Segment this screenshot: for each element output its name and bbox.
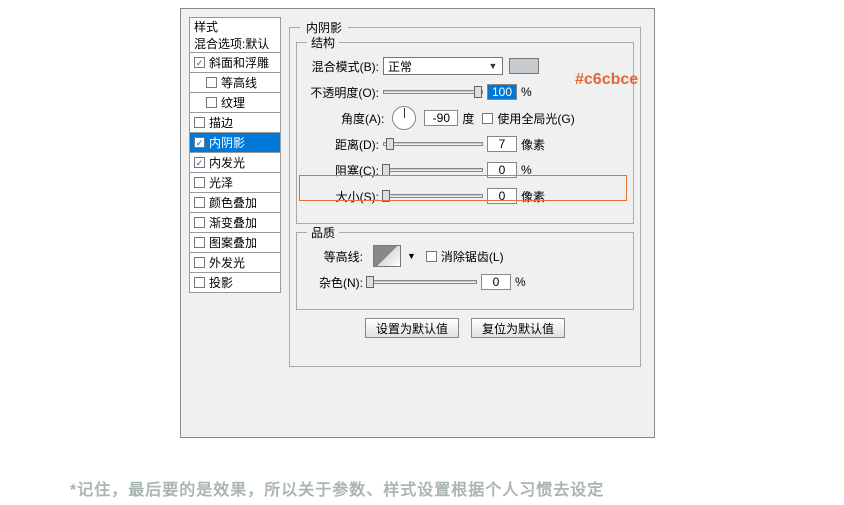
chevron-down-icon: ▼ [486, 61, 500, 71]
hex-annotation: #c6cbce [575, 71, 638, 89]
sidebar-item-label: 图案叠加 [209, 233, 257, 253]
sidebar-item-纹理[interactable]: 纹理 [189, 93, 281, 113]
style-checkbox[interactable] [194, 277, 205, 288]
style-checkbox[interactable] [194, 57, 205, 68]
angle-dial[interactable] [392, 106, 416, 130]
structure-title: 结构 [307, 34, 339, 51]
structure-group: 结构 混合模式(B): 正常 ▼ 不透明度(O): 100 % 角度(A): -… [296, 42, 634, 224]
sidebar-item-投影[interactable]: 投影 [189, 273, 281, 293]
sidebar-item-外发光[interactable]: 外发光 [189, 253, 281, 273]
noise-input[interactable]: 0 [481, 274, 511, 290]
angle-input[interactable]: -90 [424, 110, 458, 126]
opacity-slider[interactable] [383, 90, 483, 94]
style-checkbox[interactable] [194, 257, 205, 268]
sidebar-item-label: 纹理 [221, 93, 245, 113]
sidebar-item-label: 投影 [209, 273, 233, 293]
quality-group: 品质 等高线: ▼ 消除锯齿(L) 杂色(N): 0 % [296, 232, 634, 310]
contour-picker[interactable] [373, 245, 401, 267]
sidebar-item-label: 渐变叠加 [209, 213, 257, 233]
opacity-label: 不透明度(O): [307, 84, 383, 101]
distance-input[interactable]: 7 [487, 136, 517, 152]
style-checkbox[interactable] [206, 77, 217, 88]
choke-label: 阻塞(C): [307, 162, 383, 179]
distance-slider[interactable] [383, 142, 483, 146]
quality-title: 品质 [307, 224, 339, 241]
global-light-label: 使用全局光(G) [497, 110, 574, 127]
style-checkbox[interactable] [194, 117, 205, 128]
style-checkbox[interactable] [194, 197, 205, 208]
anti-alias-checkbox[interactable] [426, 251, 437, 262]
sidebar-item-描边[interactable]: 描边 [189, 113, 281, 133]
choke-unit: % [521, 163, 551, 177]
sidebar-header-styles[interactable]: 样式 [189, 17, 281, 35]
size-slider[interactable] [383, 194, 483, 198]
chevron-down-icon[interactable]: ▼ [407, 251, 416, 261]
sidebar-item-label: 光泽 [209, 173, 233, 193]
sidebar-item-label: 等高线 [221, 73, 257, 93]
sidebar-item-等高线[interactable]: 等高线 [189, 73, 281, 93]
blend-mode-label: 混合模式(B): [307, 58, 383, 75]
angle-unit: 度 [462, 110, 474, 127]
footnote: *记住，最后要的是效果，所以关于参数、样式设置根据个人习惯去设定 [70, 476, 604, 500]
sidebar-item-渐变叠加[interactable]: 渐变叠加 [189, 213, 281, 233]
size-label: 大小(S): [307, 188, 383, 205]
style-checkbox[interactable] [194, 217, 205, 228]
style-checkbox[interactable] [194, 137, 205, 148]
anti-alias-label: 消除锯齿(L) [441, 248, 504, 265]
color-swatch[interactable] [509, 58, 539, 74]
sidebar-item-光泽[interactable]: 光泽 [189, 173, 281, 193]
blend-mode-dropdown[interactable]: 正常 ▼ [383, 57, 503, 75]
sidebar-item-label: 内发光 [209, 153, 245, 173]
style-checkbox[interactable] [194, 157, 205, 168]
sidebar-item-label: 外发光 [209, 253, 245, 273]
sidebar-item-label: 内阴影 [209, 133, 245, 153]
sidebar-item-颜色叠加[interactable]: 颜色叠加 [189, 193, 281, 213]
distance-unit: 像素 [521, 136, 551, 153]
choke-slider[interactable] [383, 168, 483, 172]
sidebar-item-label: 描边 [209, 113, 233, 133]
sidebar-item-label: 斜面和浮雕 [209, 53, 269, 73]
set-default-button[interactable]: 设置为默认值 [365, 318, 459, 338]
distance-label: 距离(D): [307, 136, 383, 153]
angle-label: 角度(A): [341, 110, 384, 127]
size-unit: 像素 [521, 188, 551, 205]
noise-slider[interactable] [367, 280, 477, 284]
reset-default-button[interactable]: 复位为默认值 [471, 318, 565, 338]
contour-label: 等高线: [307, 248, 367, 265]
choke-input[interactable]: 0 [487, 162, 517, 178]
sidebar-item-内阴影[interactable]: 内阴影 [189, 133, 281, 153]
noise-unit: % [515, 275, 545, 289]
size-input[interactable]: 0 [487, 188, 517, 204]
sidebar-item-图案叠加[interactable]: 图案叠加 [189, 233, 281, 253]
style-checkbox[interactable] [206, 97, 217, 108]
style-sidebar: 样式 混合选项:默认 斜面和浮雕等高线纹理描边内阴影内发光光泽颜色叠加渐变叠加图… [189, 17, 281, 293]
opacity-unit: % [521, 85, 551, 99]
opacity-input[interactable]: 100 [487, 84, 517, 100]
sidebar-item-斜面和浮雕[interactable]: 斜面和浮雕 [189, 53, 281, 73]
blend-mode-value: 正常 [388, 58, 412, 75]
global-light-checkbox[interactable] [482, 113, 493, 124]
noise-label: 杂色(N): [307, 274, 367, 291]
style-checkbox[interactable] [194, 177, 205, 188]
sidebar-header-blend[interactable]: 混合选项:默认 [189, 35, 281, 53]
style-checkbox[interactable] [194, 237, 205, 248]
sidebar-item-label: 颜色叠加 [209, 193, 257, 213]
sidebar-item-内发光[interactable]: 内发光 [189, 153, 281, 173]
